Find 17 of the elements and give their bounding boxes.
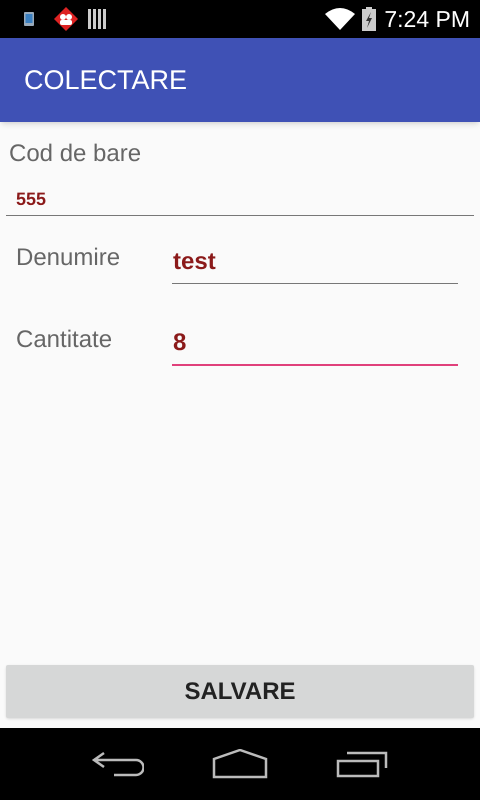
home-icon[interactable] (212, 749, 268, 779)
input-field[interactable]: 8 (172, 322, 458, 366)
battery-icon (362, 7, 376, 31)
phone-icon (24, 12, 34, 26)
alert-icon (53, 6, 79, 32)
field-label: Denumire (16, 243, 122, 273)
input-field[interactable]: test (172, 240, 458, 284)
recents-icon[interactable] (336, 750, 388, 778)
wifi-icon (325, 8, 356, 30)
save-button[interactable]: SALVARE (6, 665, 474, 718)
field-label: Cantitate (16, 325, 114, 355)
barcode-icon (88, 9, 106, 29)
status-time: 7:24 PM (384, 4, 470, 34)
app-title: COLECTARE (24, 64, 188, 97)
barcode-field[interactable]: 555 (6, 184, 474, 216)
field-label: Cod de bare (9, 139, 142, 169)
back-icon[interactable] (92, 751, 144, 777)
